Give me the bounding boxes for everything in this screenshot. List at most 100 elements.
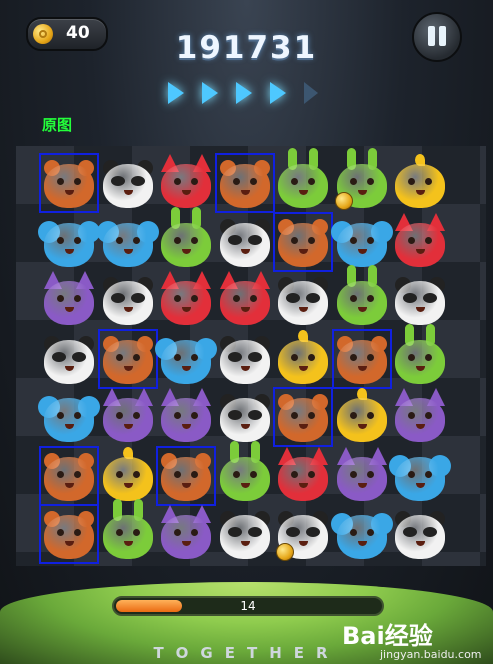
eye xyxy=(191,236,198,244)
panda-eye-patch xyxy=(286,527,300,537)
tile-mouse[interactable] xyxy=(330,213,393,271)
tile-mouse[interactable] xyxy=(155,330,217,388)
tile-fox[interactable] xyxy=(157,271,215,329)
eye xyxy=(425,412,432,419)
tile-mouse[interactable] xyxy=(389,447,451,505)
bunny-face xyxy=(336,281,387,325)
tile-bear[interactable] xyxy=(273,387,333,447)
bear-face xyxy=(278,222,328,267)
fox-face xyxy=(278,456,328,501)
eye xyxy=(349,353,357,361)
panda-eye-patch xyxy=(423,293,437,303)
tile-bear[interactable] xyxy=(97,328,158,389)
tile-cat[interactable] xyxy=(333,446,391,505)
tile-chick[interactable] xyxy=(333,388,391,446)
eye xyxy=(74,470,81,478)
tile-fox[interactable] xyxy=(157,154,215,212)
tile-cat[interactable] xyxy=(157,388,215,446)
tile-bunny[interactable] xyxy=(274,148,332,212)
panda-eye-patch xyxy=(110,293,125,303)
tile-chick[interactable] xyxy=(391,154,449,212)
eye xyxy=(115,412,123,419)
tile-panda[interactable] xyxy=(40,330,98,388)
tile-panda[interactable] xyxy=(274,505,332,563)
eye xyxy=(115,353,123,361)
panda-eye-patch xyxy=(130,293,145,303)
tile-bunny[interactable] xyxy=(216,440,274,505)
tile-chick[interactable] xyxy=(99,446,157,505)
eye xyxy=(191,412,198,419)
eye xyxy=(57,412,64,419)
tile-chick[interactable] xyxy=(274,329,332,388)
tile-cat[interactable] xyxy=(391,388,449,446)
tile-panda[interactable] xyxy=(216,505,274,563)
tile-panda[interactable] xyxy=(391,271,449,329)
tile-bear[interactable] xyxy=(331,328,392,389)
moves-left: 14 xyxy=(240,599,256,613)
tile-panda[interactable] xyxy=(99,271,157,329)
cat-face xyxy=(102,398,153,442)
tile-fox[interactable] xyxy=(274,446,332,505)
eye xyxy=(366,470,374,478)
eye xyxy=(366,178,374,185)
game-board[interactable] xyxy=(16,146,486,566)
panda-eye-patch xyxy=(227,351,242,362)
eye xyxy=(191,353,198,361)
tile-mouse[interactable] xyxy=(38,388,100,446)
tile-bear[interactable] xyxy=(214,153,275,213)
bunny-face xyxy=(102,515,153,559)
tile-bunny[interactable] xyxy=(391,323,449,388)
panda-eye-patch xyxy=(110,176,125,186)
tile-bunny[interactable] xyxy=(333,265,391,329)
eye xyxy=(232,470,240,478)
tile-panda[interactable] xyxy=(216,213,274,271)
eye xyxy=(308,470,315,478)
panda-eye-patch xyxy=(247,410,262,420)
tile-bunny[interactable] xyxy=(333,148,391,212)
panda-eye-patch xyxy=(423,527,437,537)
tile-mouse[interactable] xyxy=(38,213,100,271)
panda-eye-patch xyxy=(52,351,66,362)
mouth xyxy=(357,248,367,254)
combo-arrow-on xyxy=(236,82,252,104)
tile-bear[interactable] xyxy=(156,445,216,506)
pause-icon xyxy=(428,26,435,46)
eye xyxy=(349,470,357,478)
tile-cat[interactable] xyxy=(157,505,215,563)
cat-face xyxy=(161,398,211,442)
tile-bear[interactable] xyxy=(273,211,333,272)
tile-mouse[interactable] xyxy=(330,505,393,563)
bear-face xyxy=(44,164,94,208)
tile-panda[interactable] xyxy=(99,154,157,212)
panda-eye-patch xyxy=(306,527,320,537)
chick-face xyxy=(278,339,328,384)
cat-face xyxy=(44,281,94,325)
tile-cat[interactable] xyxy=(40,271,98,329)
eye xyxy=(308,236,315,244)
eye xyxy=(74,236,81,244)
eye xyxy=(408,236,415,244)
pause-button[interactable] xyxy=(412,12,462,62)
mouse-face xyxy=(44,222,94,267)
tile-fox[interactable] xyxy=(216,271,274,329)
tile-panda[interactable] xyxy=(216,388,274,446)
tile-panda[interactable] xyxy=(274,271,332,329)
bear-face xyxy=(44,515,94,559)
tile-bunny[interactable] xyxy=(99,499,157,563)
combo-arrow-on xyxy=(168,82,184,104)
mouse-face xyxy=(336,222,387,267)
panda-face xyxy=(395,281,445,325)
tile-bear[interactable] xyxy=(39,153,99,213)
tile-fox[interactable] xyxy=(391,212,449,271)
tile-panda[interactable] xyxy=(391,505,449,563)
tile-bear[interactable] xyxy=(39,445,99,506)
tile-bear[interactable] xyxy=(39,504,99,564)
panda-eye-patch xyxy=(403,527,417,537)
tile-cat[interactable] xyxy=(99,388,157,446)
panda-face xyxy=(219,398,270,442)
eye xyxy=(232,178,240,185)
tile-mouse[interactable] xyxy=(96,213,159,271)
eye xyxy=(174,529,181,536)
tile-panda[interactable] xyxy=(216,330,274,388)
tile-bunny[interactable] xyxy=(157,206,215,271)
